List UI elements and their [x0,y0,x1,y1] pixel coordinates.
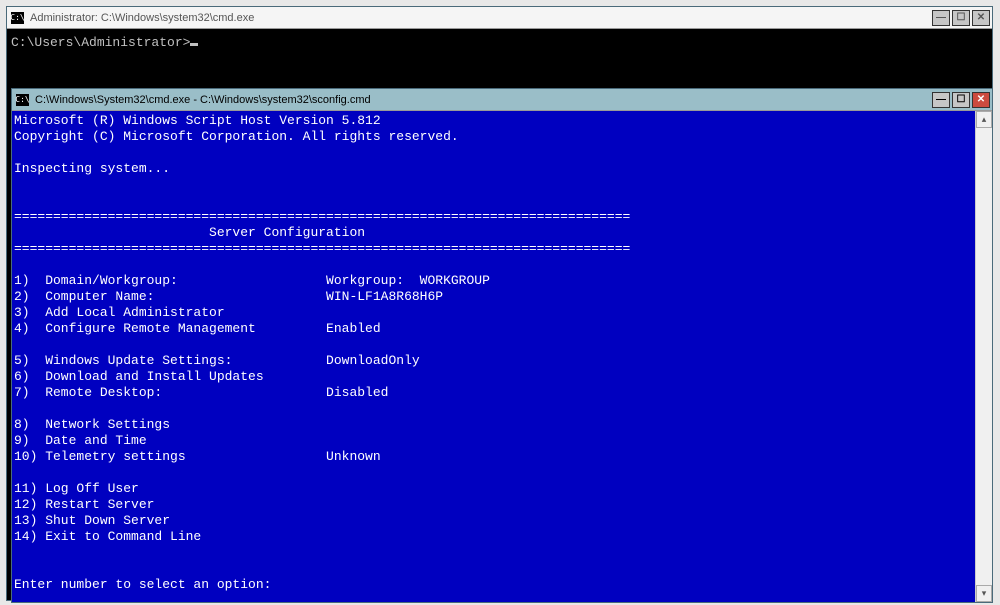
cmd-icon: C:\ [11,12,24,24]
titlebar[interactable]: C:\ Administrator: C:\Windows\system32\c… [7,7,992,29]
maximize-button[interactable]: ☐ [952,92,970,108]
close-button[interactable]: ✕ [972,92,990,108]
maximize-button[interactable]: ☐ [952,10,970,26]
scroll-up-button[interactable]: ▴ [976,111,992,128]
titlebar[interactable]: C:\ C:\Windows\System32\cmd.exe - C:\Win… [12,89,992,111]
scroll-down-button[interactable]: ▾ [976,585,992,602]
sconfig-window: C:\ C:\Windows\System32\cmd.exe - C:\Win… [11,88,993,603]
minimize-button[interactable]: — [932,92,950,108]
window-title: C:\Windows\System32\cmd.exe - C:\Windows… [35,94,932,106]
window-title: Administrator: C:\Windows\system32\cmd.e… [30,12,932,24]
minimize-button[interactable]: — [932,10,950,26]
close-button[interactable]: ✕ [972,10,990,26]
scrollbar[interactable]: ▴ ▾ [975,111,992,602]
prompt-text: C:\Users\Administrator> [11,35,190,50]
cmd-icon: C:\ [16,94,29,106]
terminal-body[interactable]: Microsoft (R) Windows Script Host Versio… [12,111,975,602]
cursor-icon [190,43,198,46]
